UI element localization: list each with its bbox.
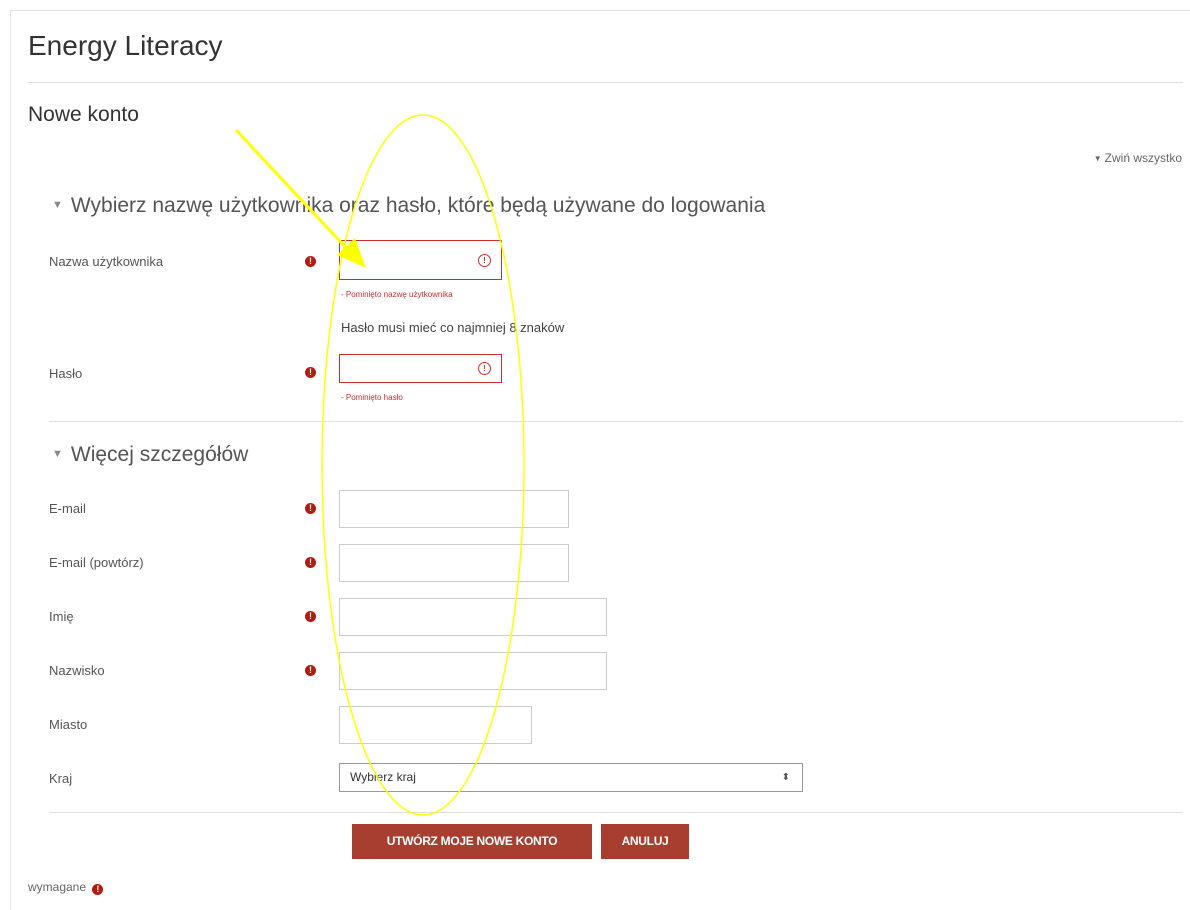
country-select[interactable]: Wybierz kraj ⬍ bbox=[339, 763, 803, 792]
triangle-down-icon: ▼ bbox=[1093, 154, 1102, 163]
section-details-title: Więcej szczegółów bbox=[70, 443, 249, 466]
select-arrows-icon: ⬍ bbox=[781, 772, 790, 783]
required-note-label: wymagane bbox=[28, 880, 87, 894]
required-icon: ! bbox=[305, 367, 316, 378]
country-label: Kraj bbox=[49, 771, 73, 786]
username-input[interactable]: ! bbox=[339, 240, 502, 280]
error-icon: ! bbox=[478, 362, 491, 375]
form-divider bbox=[49, 812, 1183, 813]
triangle-down-icon: ▼ bbox=[52, 199, 63, 211]
password-label: Hasło bbox=[49, 366, 83, 381]
required-icon: ! bbox=[305, 665, 316, 676]
email-input[interactable] bbox=[339, 490, 569, 528]
username-error: - Pominięto nazwę użytkownika bbox=[341, 290, 453, 299]
email-label: E-mail bbox=[49, 501, 86, 516]
firstname-input[interactable] bbox=[339, 598, 607, 636]
required-icon: ! bbox=[305, 503, 316, 514]
create-account-button[interactable]: UTWÓRZ MOJE NOWE KONTO bbox=[352, 824, 592, 859]
header-divider bbox=[28, 82, 1183, 83]
email-repeat-input[interactable] bbox=[339, 544, 569, 582]
password-error: - Pominięto hasło bbox=[341, 393, 403, 402]
lastname-input[interactable] bbox=[339, 652, 607, 690]
section-details-header[interactable]: ▼ Więcej szczegółów bbox=[52, 443, 248, 467]
required-note: wymagane ! bbox=[28, 880, 104, 895]
collapse-all-link[interactable]: ▼ Zwiń wszystko bbox=[1094, 151, 1182, 165]
firstname-label: Imię bbox=[49, 609, 74, 624]
section-divider bbox=[49, 421, 1183, 422]
triangle-down-icon: ▼ bbox=[52, 448, 63, 460]
country-select-value: Wybierz kraj bbox=[350, 770, 416, 784]
section-login-title: Wybierz nazwę użytkownika oraz hasło, kt… bbox=[70, 194, 766, 217]
page-heading: Nowe konto bbox=[28, 103, 139, 126]
lastname-label: Nazwisko bbox=[49, 663, 105, 678]
required-icon: ! bbox=[305, 557, 316, 568]
collapse-all-label: Zwiń wszystko bbox=[1104, 151, 1182, 165]
section-login-header[interactable]: ▼ Wybierz nazwę użytkownika oraz hasło, k… bbox=[52, 194, 765, 218]
city-input[interactable] bbox=[339, 706, 532, 744]
city-label: Miasto bbox=[49, 717, 88, 732]
username-label: Nazwa użytkownika bbox=[49, 254, 164, 269]
site-title[interactable]: Energy Literacy bbox=[28, 30, 223, 62]
required-icon: ! bbox=[305, 611, 316, 622]
password-input[interactable]: ! bbox=[339, 354, 502, 383]
email-repeat-label: E-mail (powtórz) bbox=[49, 555, 144, 570]
error-icon: ! bbox=[478, 254, 491, 267]
required-icon: ! bbox=[305, 256, 316, 267]
password-hint: Hasło musi mieć co najmniej 8 znaków bbox=[341, 320, 565, 335]
cancel-button[interactable]: ANULUJ bbox=[601, 824, 689, 859]
